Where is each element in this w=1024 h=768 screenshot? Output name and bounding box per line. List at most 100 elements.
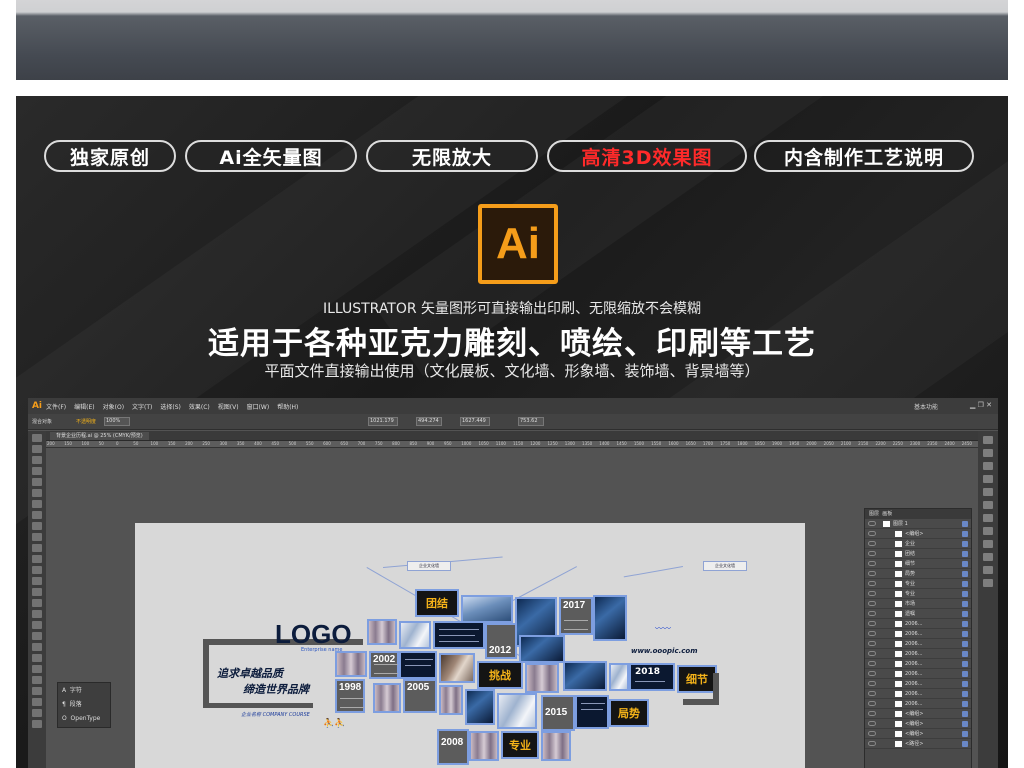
panel-paragraph[interactable]: ¶ 段落 bbox=[58, 699, 110, 711]
layer-row[interactable]: 2006... bbox=[865, 619, 971, 629]
visibility-eye-icon[interactable] bbox=[868, 541, 876, 546]
graph-tool-icon[interactable] bbox=[32, 676, 42, 684]
visibility-eye-icon[interactable] bbox=[868, 561, 876, 566]
pen-tool-icon[interactable] bbox=[32, 478, 42, 486]
color-panel-icon[interactable] bbox=[983, 436, 993, 444]
layer-row[interactable]: 专业 bbox=[865, 589, 971, 599]
panel-character[interactable]: A 字符 bbox=[58, 685, 110, 697]
layer-row[interactable]: 细节 bbox=[865, 559, 971, 569]
gradient-panel-icon[interactable] bbox=[983, 501, 993, 509]
type-tool-icon[interactable] bbox=[32, 489, 42, 497]
opacity-field[interactable]: 100% bbox=[104, 417, 130, 426]
menu-edit[interactable]: 编辑(E) bbox=[74, 402, 94, 411]
lasso-tool-icon[interactable] bbox=[32, 467, 42, 475]
layer-row[interactable]: 图层 1 bbox=[865, 519, 971, 529]
layer-row[interactable]: 专业 bbox=[865, 579, 971, 589]
visibility-eye-icon[interactable] bbox=[868, 661, 876, 666]
stroke-panel-icon[interactable] bbox=[983, 488, 993, 496]
direct-selection-tool-icon[interactable] bbox=[32, 445, 42, 453]
visibility-eye-icon[interactable] bbox=[868, 731, 876, 736]
symbols-panel-icon[interactable] bbox=[983, 475, 993, 483]
layer-row[interactable]: 2006... bbox=[865, 669, 971, 679]
graphic-styles-panel-icon[interactable] bbox=[983, 540, 993, 548]
rectangle-tool-icon[interactable] bbox=[32, 511, 42, 519]
transparency-panel-icon[interactable] bbox=[983, 514, 993, 522]
line-tool-icon[interactable] bbox=[32, 500, 42, 508]
layer-row[interactable]: <路径> bbox=[865, 739, 971, 749]
document-tab[interactable]: 背景企业历程.ai @ 25% (CMYK/预览) bbox=[50, 432, 149, 440]
mesh-tool-icon[interactable] bbox=[32, 621, 42, 629]
tab-layers[interactable]: 图层 bbox=[869, 511, 879, 517]
layer-row[interactable]: <编组> bbox=[865, 709, 971, 719]
y-field[interactable]: 494.274 bbox=[416, 417, 442, 426]
menu-view[interactable]: 视图(V) bbox=[218, 402, 239, 411]
layer-row[interactable]: 市场 bbox=[865, 599, 971, 609]
window-controls[interactable]: ▁ ❐ ✕ bbox=[970, 401, 992, 409]
visibility-eye-icon[interactable] bbox=[868, 721, 876, 726]
layer-row[interactable]: 团结 bbox=[865, 549, 971, 559]
width-field[interactable]: 1627.449 bbox=[460, 417, 490, 426]
artboard[interactable]: 企业文化墙 企业文化墙 LOGO Enterprise name 追求卓越品质 … bbox=[135, 523, 805, 768]
hand-tool-icon[interactable] bbox=[32, 709, 42, 717]
visibility-eye-icon[interactable] bbox=[868, 581, 876, 586]
shape-builder-tool-icon[interactable] bbox=[32, 599, 42, 607]
visibility-eye-icon[interactable] bbox=[868, 651, 876, 656]
layers-panel-icon[interactable] bbox=[983, 553, 993, 561]
layer-row[interactable]: 2006... bbox=[865, 639, 971, 649]
menu-window[interactable]: 窗口(W) bbox=[247, 402, 270, 411]
visibility-eye-icon[interactable] bbox=[868, 671, 876, 676]
visibility-eye-icon[interactable] bbox=[868, 551, 876, 556]
appearance-panel-icon[interactable] bbox=[983, 527, 993, 535]
layer-row[interactable]: 2006... bbox=[865, 629, 971, 639]
visibility-eye-icon[interactable] bbox=[868, 701, 876, 706]
artboard-tool-icon[interactable] bbox=[32, 687, 42, 695]
artboards-panel-icon[interactable] bbox=[983, 566, 993, 574]
visibility-eye-icon[interactable] bbox=[868, 741, 876, 746]
layer-row[interactable]: 2006... bbox=[865, 679, 971, 689]
layer-row[interactable]: 局势 bbox=[865, 569, 971, 579]
brushes-panel-icon[interactable] bbox=[983, 462, 993, 470]
symbol-sprayer-tool-icon[interactable] bbox=[32, 665, 42, 673]
visibility-eye-icon[interactable] bbox=[868, 631, 876, 636]
x-field[interactable]: 1021.179 bbox=[368, 417, 398, 426]
tab-artboards[interactable]: 画板 bbox=[882, 511, 892, 517]
layer-row[interactable]: <编组> bbox=[865, 719, 971, 729]
visibility-eye-icon[interactable] bbox=[868, 681, 876, 686]
slice-tool-icon[interactable] bbox=[32, 698, 42, 706]
visibility-eye-icon[interactable] bbox=[868, 691, 876, 696]
blend-tool-icon[interactable] bbox=[32, 654, 42, 662]
opacity-label[interactable]: 不透明度 bbox=[76, 418, 96, 425]
layer-row[interactable]: 2006... bbox=[865, 649, 971, 659]
layer-row[interactable]: 企业 bbox=[865, 539, 971, 549]
visibility-eye-icon[interactable] bbox=[868, 601, 876, 606]
visibility-eye-icon[interactable] bbox=[868, 621, 876, 626]
paintbrush-tool-icon[interactable] bbox=[32, 522, 42, 530]
visibility-eye-icon[interactable] bbox=[868, 591, 876, 596]
layer-row[interactable]: 2006... bbox=[865, 659, 971, 669]
workspace-switcher[interactable]: 基本功能 bbox=[914, 402, 938, 411]
menu-object[interactable]: 对象(O) bbox=[103, 402, 124, 411]
menu-select[interactable]: 选择(S) bbox=[160, 402, 181, 411]
visibility-eye-icon[interactable] bbox=[868, 641, 876, 646]
menu-help[interactable]: 帮助(H) bbox=[277, 402, 298, 411]
gradient-tool-icon[interactable] bbox=[32, 632, 42, 640]
menu-type[interactable]: 文字(T) bbox=[132, 402, 152, 411]
pencil-tool-icon[interactable] bbox=[32, 533, 42, 541]
visibility-eye-icon[interactable] bbox=[868, 521, 876, 526]
magic-wand-tool-icon[interactable] bbox=[32, 456, 42, 464]
scale-tool-icon[interactable] bbox=[32, 566, 42, 574]
rotate-tool-icon[interactable] bbox=[32, 555, 42, 563]
swatches-panel-icon[interactable] bbox=[983, 449, 993, 457]
menu-file[interactable]: 文件(F) bbox=[46, 402, 66, 411]
visibility-eye-icon[interactable] bbox=[868, 711, 876, 716]
width-tool-icon[interactable] bbox=[32, 577, 42, 585]
zoom-tool-icon[interactable] bbox=[32, 720, 42, 728]
height-field[interactable]: 753.62 bbox=[518, 417, 544, 426]
panel-opentype[interactable]: O OpenType bbox=[58, 713, 110, 725]
eyedropper-tool-icon[interactable] bbox=[32, 643, 42, 651]
layer-row[interactable]: 遗嘱 bbox=[865, 609, 971, 619]
links-panel-icon[interactable] bbox=[983, 579, 993, 587]
layer-row[interactable]: 2006... bbox=[865, 689, 971, 699]
visibility-eye-icon[interactable] bbox=[868, 531, 876, 536]
selection-tool-icon[interactable] bbox=[32, 434, 42, 442]
